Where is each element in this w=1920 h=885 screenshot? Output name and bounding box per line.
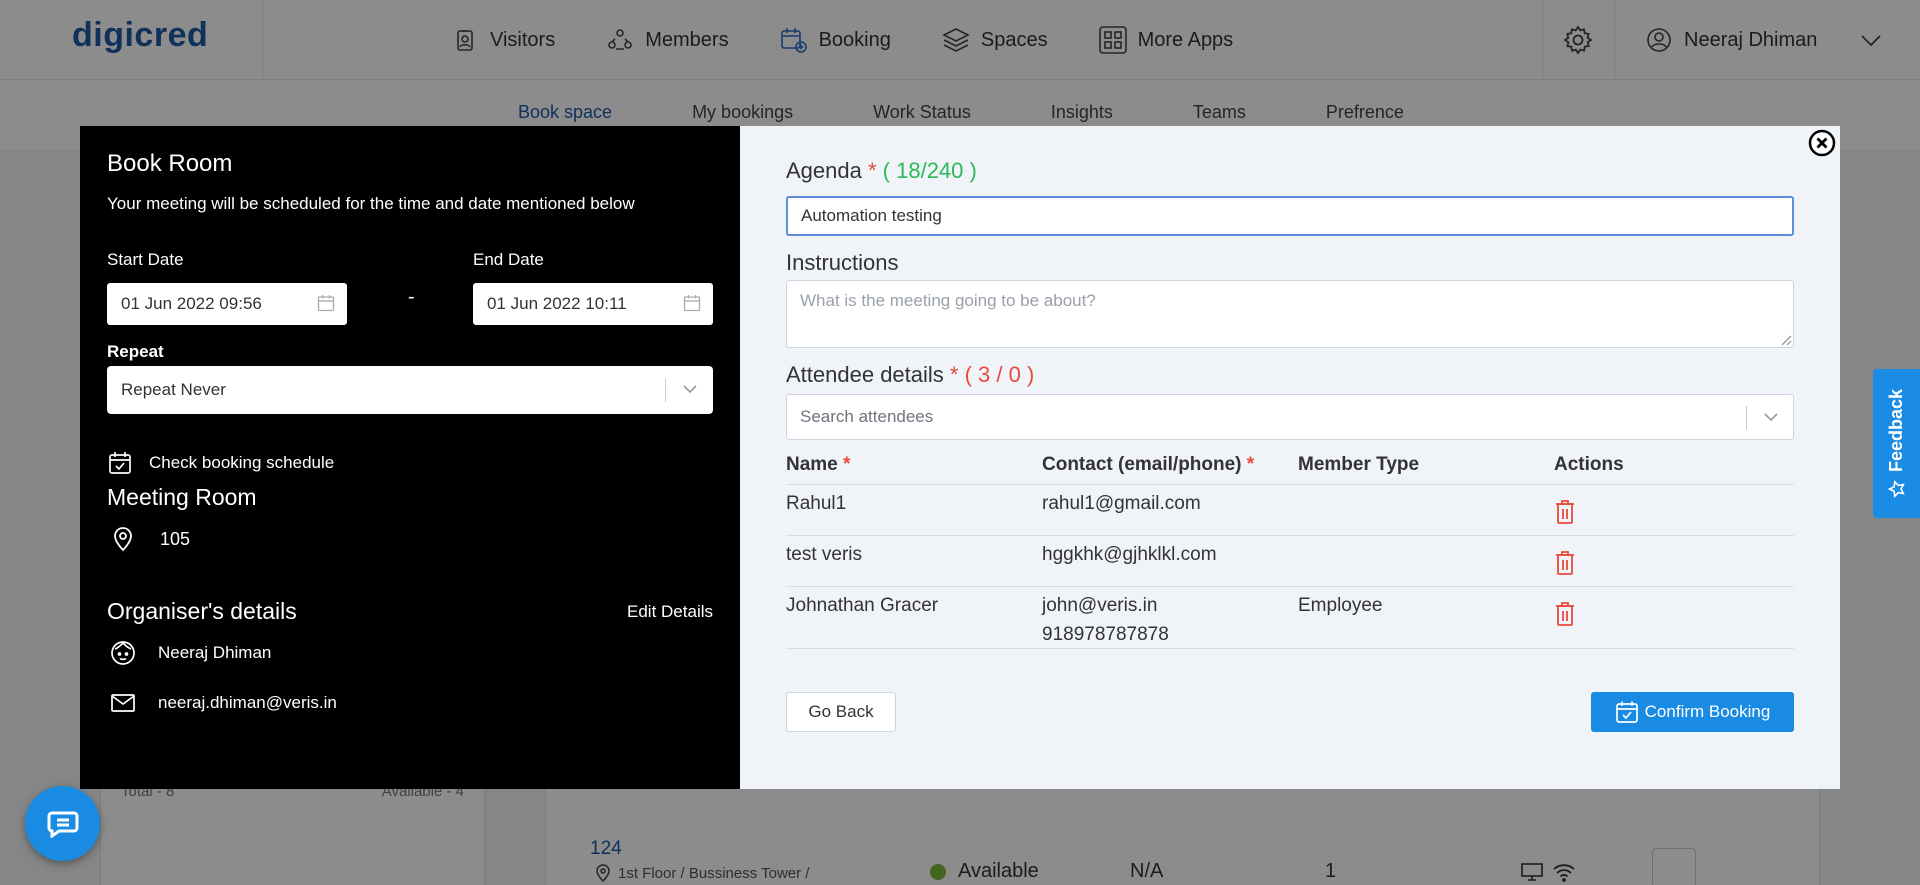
end-date-label: End Date	[473, 250, 544, 269]
repeat-label: Repeat	[107, 342, 164, 361]
room-number: 105	[160, 528, 191, 549]
modal-title: Book Room	[107, 150, 233, 177]
attendee-contact: hggkhk@gjhklkl.com	[1042, 544, 1217, 565]
repeat-value: Repeat Never	[121, 380, 226, 399]
required-asterisk: *	[867, 158, 877, 183]
go-back-label: Go Back	[808, 702, 874, 721]
chat-launcher[interactable]	[25, 786, 100, 861]
confirm-booking-label: Confirm Booking	[1644, 702, 1771, 721]
table-row: Rahul1 rahul1@gmail.com	[786, 485, 1794, 536]
star-icon	[1887, 480, 1905, 498]
calendar-check-icon	[109, 452, 131, 474]
search-attendees-input[interactable]	[786, 394, 1794, 440]
location-pin-icon	[114, 527, 132, 552]
calendar-check-icon	[1615, 701, 1638, 723]
instructions-textarea[interactable]	[786, 280, 1794, 348]
check-booking-schedule[interactable]: Check booking schedule	[107, 450, 334, 476]
close-icon[interactable]	[1808, 129, 1836, 157]
booking-summary-panel: Book Room Your meeting will be scheduled…	[80, 126, 740, 789]
go-back-button[interactable]: Go Back	[786, 692, 896, 732]
attendee-name: test veris	[786, 544, 863, 565]
attendee-member-type: Employee	[1298, 595, 1383, 616]
attendee-name: Rahul1	[786, 493, 847, 514]
start-date-label: Start Date	[107, 250, 184, 269]
chat-icon	[47, 811, 78, 838]
attendee-phone: 918978787878	[1042, 624, 1169, 645]
agenda-input[interactable]	[786, 196, 1794, 236]
check-schedule-label: Check booking schedule	[149, 453, 335, 472]
attendee-label: Attendee details * ( 3 / 0 )	[786, 362, 1034, 388]
attendee-label-text: Attendee details	[786, 362, 944, 387]
attendee-contact: rahul1@gmail.com	[1042, 493, 1201, 514]
instructions-label: Instructions	[786, 250, 899, 275]
required-asterisk: *	[949, 362, 959, 387]
modal-subtitle: Your meeting will be scheduled for the t…	[107, 194, 635, 213]
agenda-label-text: Agenda	[786, 158, 862, 183]
feedback-label: Feedback	[1886, 388, 1907, 473]
attendee-contact: john@veris.in	[1042, 595, 1158, 616]
organiser-name-row: Neeraj Dhiman	[110, 640, 271, 666]
calendar-icon	[317, 295, 335, 312]
chevron-down-icon[interactable]	[1762, 410, 1780, 424]
trash-icon[interactable]	[1554, 601, 1576, 627]
date-range-dash: -	[408, 286, 415, 308]
agenda-label: Agenda * ( 18/240 )	[786, 158, 977, 184]
organiser-name: Neeraj Dhiman	[158, 643, 272, 662]
calendar-icon	[683, 295, 701, 312]
table-header-row	[786, 454, 1794, 485]
meeting-room-title: Meeting Room	[107, 484, 257, 510]
edit-details-link[interactable]: Edit Details	[627, 602, 713, 622]
trash-icon[interactable]	[1554, 499, 1576, 525]
organiser-title: Organiser's details	[107, 598, 297, 624]
mail-icon	[111, 694, 135, 712]
attendee-count: ( 3 / 0 )	[964, 362, 1035, 387]
confirm-booking-button[interactable]: Confirm Booking	[1591, 692, 1794, 732]
face-icon	[111, 641, 135, 665]
attendee-name: Johnathan Gracer	[786, 595, 939, 616]
organiser-email-row: neeraj.dhiman@veris.in	[110, 690, 337, 716]
trash-icon[interactable]	[1554, 550, 1576, 576]
table-row: test veris hggkhk@gjhklkl.com	[786, 536, 1794, 587]
start-date-value: 01 Jun 2022 09:56	[121, 294, 262, 313]
booking-form-panel: Agenda * ( 18/240 ) Instructions Attende…	[740, 126, 1840, 789]
end-date-value: 01 Jun 2022 10:11	[487, 294, 627, 313]
end-date-field[interactable]: 01 Jun 2022 10:11	[473, 283, 713, 325]
select-divider	[1746, 406, 1747, 430]
feedback-tab[interactable]: Feedback	[1873, 369, 1920, 518]
meeting-room-info: 105	[112, 526, 190, 552]
chevron-down-icon	[683, 385, 697, 394]
start-date-field[interactable]: 01 Jun 2022 09:56	[107, 283, 347, 325]
agenda-char-count: ( 18/240 )	[882, 158, 977, 183]
organiser-email: neeraj.dhiman@veris.in	[158, 693, 337, 712]
select-divider	[665, 378, 666, 402]
repeat-select[interactable]: Repeat Never	[107, 366, 713, 414]
resize-handle-icon[interactable]	[1780, 334, 1792, 346]
table-row: Johnathan Gracer john@veris.in 918978787…	[786, 587, 1794, 649]
